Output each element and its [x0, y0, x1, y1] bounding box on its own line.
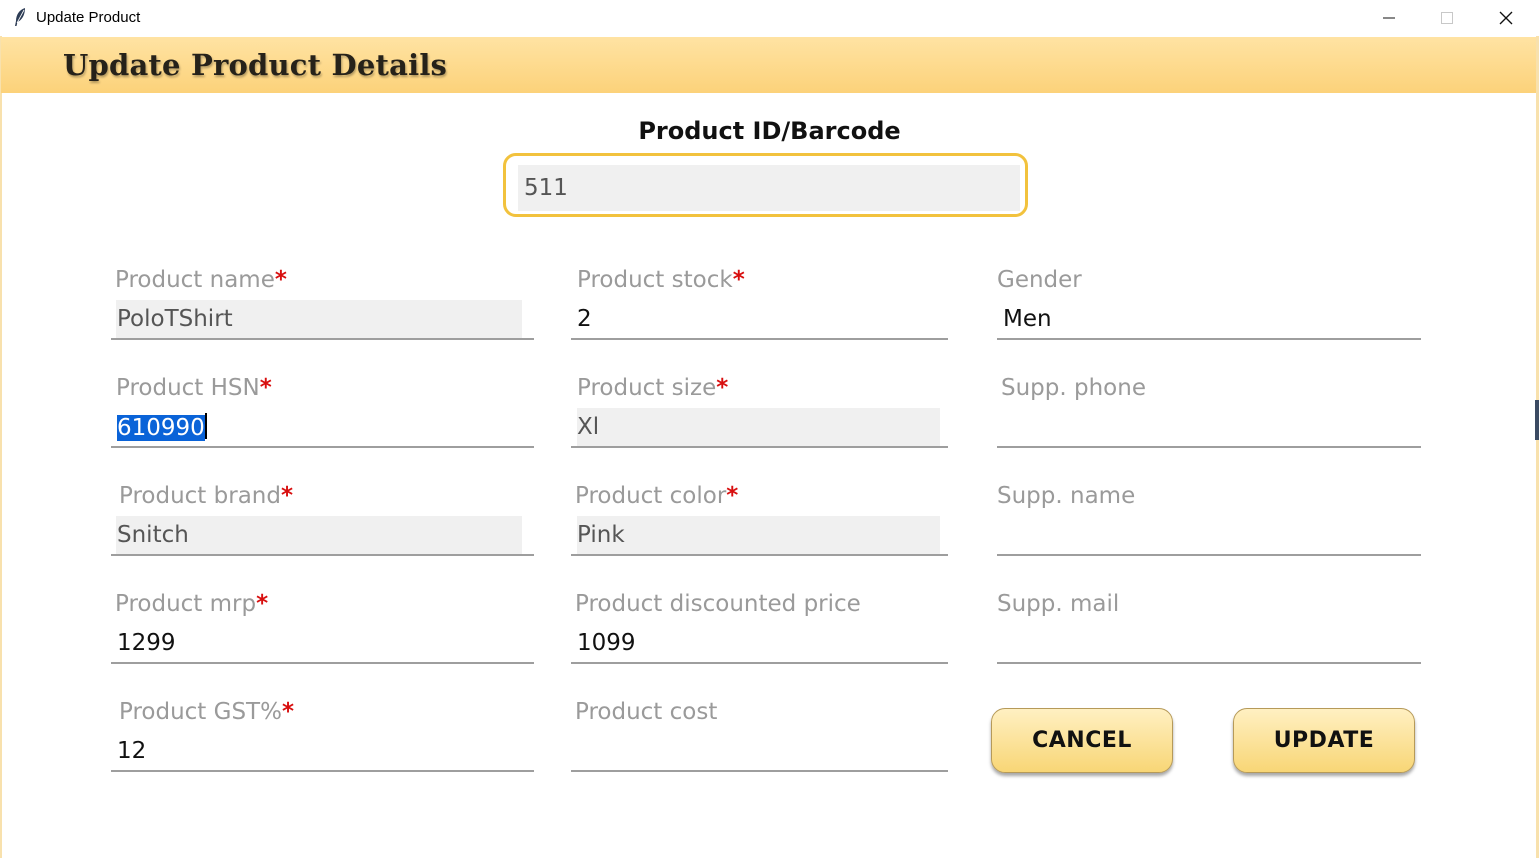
maximize-button[interactable] — [1418, 0, 1476, 36]
window-titlebar: Update Product — [0, 0, 1539, 36]
required-marker: * — [280, 483, 293, 509]
product-cost-input[interactable] — [571, 732, 948, 772]
supp-phone-input[interactable] — [997, 408, 1421, 448]
supp-phone-label-text: Supp. phone — [1001, 375, 1146, 401]
product-size-input[interactable] — [571, 408, 948, 448]
required-marker: * — [274, 267, 287, 293]
product-brand-label-text: Product brand — [119, 483, 281, 509]
cancel-button[interactable]: CANCEL — [991, 708, 1173, 773]
product-cost-label: Product cost — [575, 699, 717, 725]
required-marker: * — [716, 375, 729, 401]
product-discounted-price-label-text: Product discounted price — [575, 591, 861, 617]
update-button[interactable]: UPDATE — [1233, 708, 1415, 773]
feather-icon — [15, 8, 25, 26]
page-title: Update Product Details — [63, 48, 448, 82]
gender-label: Gender — [997, 267, 1082, 293]
product-id-input[interactable] — [518, 165, 1020, 211]
product-size-label-text: Product size — [577, 375, 717, 401]
product-stock-label-text: Product stock — [577, 267, 733, 293]
text-caret — [204, 413, 207, 439]
product-color-label: Product color* — [575, 483, 738, 509]
window-title: Update Product — [36, 9, 141, 26]
supp-name-label-text: Supp. name — [997, 483, 1136, 509]
product-color-label-text: Product color — [575, 483, 727, 509]
product-stock-label: Product stock* — [577, 267, 745, 293]
product-hsn-label-text: Product HSN — [116, 375, 260, 401]
product-gst-label: Product GST%* — [119, 699, 294, 725]
product-hsn-label: Product HSN* — [116, 375, 272, 401]
supp-name-label: Supp. name — [997, 483, 1135, 509]
required-marker: * — [259, 375, 272, 401]
supp-mail-label: Supp. mail — [997, 591, 1119, 617]
product-stock-input[interactable] — [571, 300, 948, 340]
product-mrp-label-text: Product mrp — [115, 591, 257, 617]
gender-label-text: Gender — [997, 267, 1082, 293]
supp-mail-input[interactable] — [997, 624, 1421, 664]
product-discounted-price-label: Product discounted price — [575, 591, 861, 617]
product-name-label-text: Product name — [115, 267, 275, 293]
product-mrp-label: Product mrp* — [115, 591, 268, 617]
product-id-label: Product ID/Barcode — [638, 117, 901, 145]
close-button[interactable] — [1477, 0, 1535, 36]
product-name-input[interactable] — [111, 300, 534, 340]
product-discounted-price-input[interactable] — [571, 624, 948, 664]
product-brand-input[interactable] — [111, 516, 534, 556]
close-icon — [1499, 11, 1513, 25]
product-gst-input[interactable] — [111, 732, 534, 772]
supp-mail-label-text: Supp. mail — [997, 591, 1120, 617]
window-edge-left — [0, 36, 2, 858]
product-name-label: Product name* — [115, 267, 287, 293]
gender-input[interactable] — [997, 300, 1421, 340]
supp-name-input[interactable] — [997, 516, 1421, 556]
product-cost-label-text: Product cost — [575, 699, 718, 725]
required-marker: * — [256, 591, 269, 617]
scrollbar-thumb[interactable] — [1535, 400, 1539, 440]
product-color-input[interactable] — [571, 516, 948, 556]
required-marker: * — [281, 699, 294, 725]
product-mrp-input[interactable] — [111, 624, 534, 664]
maximize-icon — [1441, 12, 1453, 24]
product-id-box — [503, 153, 1028, 217]
minimize-icon — [1383, 17, 1395, 19]
supp-phone-label: Supp. phone — [1001, 375, 1146, 401]
required-marker: * — [732, 267, 745, 293]
product-brand-label: Product brand* — [119, 483, 293, 509]
product-size-label: Product size* — [577, 375, 728, 401]
required-marker: * — [726, 483, 739, 509]
minimize-button[interactable] — [1360, 0, 1418, 36]
product-hsn-input[interactable]: 610990 — [111, 408, 534, 448]
product-gst-label-text: Product GST% — [119, 699, 282, 725]
selected-text: 610990 — [117, 415, 205, 441]
